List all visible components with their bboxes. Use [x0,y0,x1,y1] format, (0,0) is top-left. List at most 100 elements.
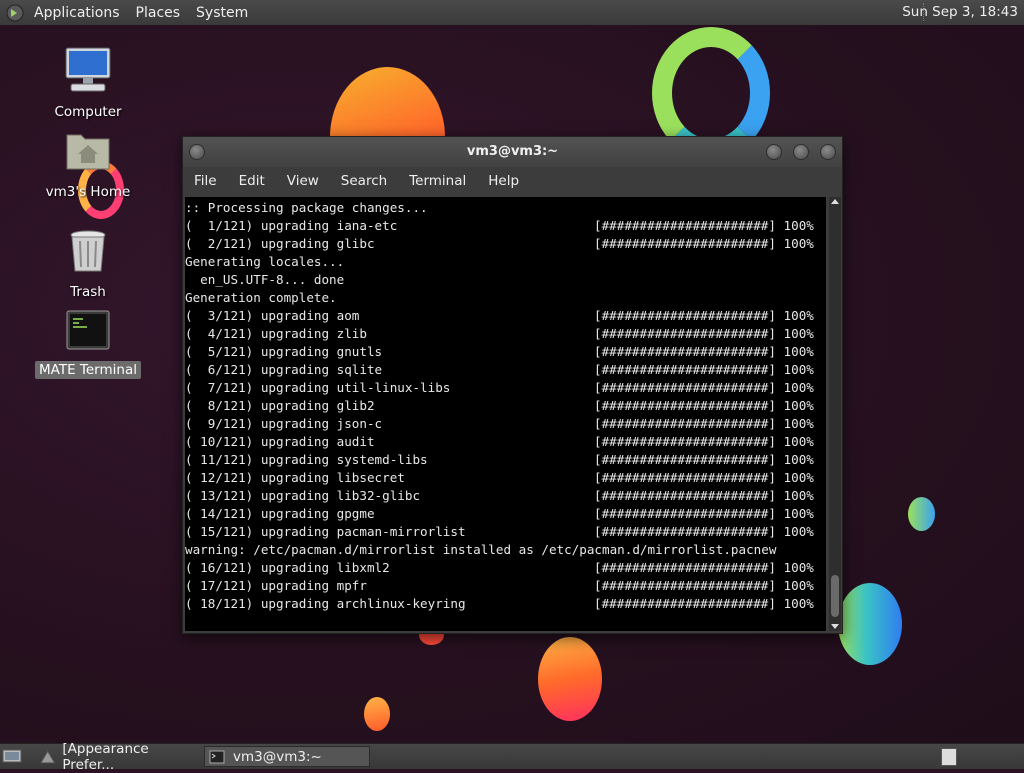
maximize-button[interactable] [793,144,809,160]
window-menu-button[interactable] [189,144,205,160]
terminal-line-text: ( 17/121) upgrading mpfr [185,578,367,593]
progress-bar-text: [######################] 100% [594,524,814,539]
terminal-line: ( 1/121) upgrading iana-etc [############… [185,217,826,235]
terminal-line-text: en_US.UTF-8... done [185,272,345,287]
terminal-window[interactable]: vm3@vm3:~ File Edit View Search Terminal… [182,136,843,634]
terminal-line-text: ( 9/121) upgrading json-c [185,416,383,431]
terminal-line-text: ( 2/121) upgrading glibc [185,236,375,251]
background-tiny-orange-blob [364,697,390,731]
progress-bar-text: [######################] 100% [594,596,814,611]
terminal-line-text: ( 15/121) upgrading pacman-mirrorlist [185,524,466,539]
progress-bar-text: [######################] 100% [594,470,814,485]
close-button[interactable] [820,144,836,160]
desktop-icon-label: MATE Terminal [35,361,141,379]
terminal-line: ( 15/121) upgrading pacman-mirrorlist [##… [185,523,826,541]
bottom-panel: [Appearance Prefer... vm3@vm3:~ [0,741,1024,773]
menu-search[interactable]: Search [330,173,398,189]
scroll-down-arrow-icon[interactable] [831,624,839,629]
terminal-lines: :: Processing package changes...( 1/121)… [185,197,826,613]
progress-bar-text: [######################] 100% [594,488,814,503]
desktop-icon-label: Computer [54,104,122,120]
terminal-line: ( 2/121) upgrading glibc [###############… [185,235,826,253]
terminal-output[interactable]: :: Processing package changes...( 1/121)… [185,197,826,631]
computer-icon [65,47,111,92]
scroll-up-arrow-icon[interactable] [831,199,839,204]
background-small-blue-blob [908,497,935,531]
terminal-line: ( 4/121) upgrading zlib [################… [185,325,826,343]
menu-edit[interactable]: Edit [228,173,276,189]
taskbar-item-appearance[interactable]: [Appearance Prefer... [35,741,200,773]
progress-bar-text: [######################] 100% [594,236,814,251]
progress-bar-text: [######################] 100% [594,560,814,575]
home-folder-icon [66,134,110,170]
desktop-icon-label: Trash [70,284,106,300]
taskbar-item-terminal[interactable]: vm3@vm3:~ [204,746,370,767]
desktop-icon-label: vm3's Home [45,184,131,200]
system-menu[interactable]: System [188,5,256,21]
terminal-line-text: ( 6/121) upgrading sqlite [185,362,383,377]
terminal-line-text: ( 8/121) upgrading glib2 [185,398,375,413]
terminal-line-text: ( 11/121) upgrading systemd-libs [185,452,428,467]
progress-bar-text: [######################] 100% [594,434,814,449]
menu-view[interactable]: View [276,173,330,189]
workspace-switcher[interactable] [941,748,957,766]
terminal-menubar: File Edit View Search Terminal Help [183,167,842,195]
terminal-line-text: ( 7/121) upgrading util-linux-libs [185,380,451,395]
terminal-line-text: Generation complete. [185,290,337,305]
terminal-line-text: :: Processing package changes... [185,200,428,215]
background-blue-blob [838,583,902,665]
terminal-line: ( 7/121) upgrading util-linux-libs [#####… [185,379,826,397]
trash-icon [70,230,106,272]
progress-bar-text: [######################] 100% [594,398,814,413]
terminal-icon [209,750,225,763]
desktop-icon-trash[interactable]: Trash [33,227,143,301]
progress-bar-text: [######################] 100% [594,578,814,593]
terminal-scrollbar[interactable] [829,197,841,631]
terminal-line: ( 3/121) upgrading aom [#################… [185,307,826,325]
menu-terminal[interactable]: Terminal [398,173,477,189]
terminal-line: ( 13/121) upgrading lib32-glibc [########… [185,487,826,505]
scrollbar-thumb[interactable] [831,575,839,617]
places-menu[interactable]: Places [128,5,189,21]
mate-logo-icon[interactable] [6,4,24,22]
clock[interactable]: Sun Sep 3, 18:43 [902,4,1018,20]
desktop-icon-computer[interactable]: Computer [33,45,143,121]
minimize-button[interactable] [766,144,782,160]
progress-bar-text: [######################] 100% [594,506,814,521]
desktop-icon-mate-terminal[interactable]: MATE Terminal [33,309,143,379]
terminal-icon [66,310,110,350]
menu-file[interactable]: File [183,173,228,189]
terminal-line-text: ( 12/121) upgrading libsecret [185,470,405,485]
terminal-line-text: ( 1/121) upgrading iana-etc [185,218,398,233]
show-desktop-button[interactable] [2,748,22,764]
menu-help[interactable]: Help [477,173,530,189]
top-panel: Applications Places System Sun Sep 3, 18… [0,0,1024,26]
terminal-line: ( 10/121) upgrading audit [##############… [185,433,826,451]
background-orange-blob-2 [538,637,602,721]
terminal-line: ( 6/121) upgrading sqlite [##############… [185,361,826,379]
terminal-line-text: ( 13/121) upgrading lib32-glibc [185,488,421,503]
progress-bar-text: [######################] 100% [594,326,814,341]
terminal-line: ( 11/121) upgrading systemd-libs [#######… [185,451,826,469]
terminal-line-text: ( 14/121) upgrading gpgme [185,506,375,521]
terminal-line: Generating locales... [185,253,826,271]
window-title: vm3@vm3:~ [466,144,559,159]
terminal-line-text: ( 4/121) upgrading zlib [185,326,367,341]
terminal-line-text: Generating locales... [185,254,345,269]
terminal-line: ( 12/121) upgrading libsecret [##########… [185,469,826,487]
progress-bar-text: [######################] 100% [594,452,814,467]
applications-menu[interactable]: Applications [26,5,128,21]
terminal-line-text: warning: /etc/pacman.d/mirrorlist instal… [185,542,777,557]
terminal-line: en_US.UTF-8... done [185,271,826,289]
window-titlebar[interactable]: vm3@vm3:~ [183,137,842,167]
terminal-line: ( 9/121) upgrading json-c [##############… [185,415,826,433]
terminal-line-text: ( 5/121) upgrading gnutls [185,344,383,359]
desktop-icon-home[interactable]: vm3's Home [33,127,143,201]
terminal-line-text: ( 3/121) upgrading aom [185,308,360,323]
terminal-line: :: Processing package changes... [185,199,826,217]
terminal-line: warning: /etc/pacman.d/mirrorlist instal… [185,541,826,559]
terminal-line: ( 14/121) upgrading gpgme [##############… [185,505,826,523]
terminal-line: ( 5/121) upgrading gnutls [##############… [185,343,826,361]
progress-bar-text: [######################] 100% [594,308,814,323]
terminal-line: ( 18/121) upgrading archlinux-keyring [##… [185,595,826,613]
